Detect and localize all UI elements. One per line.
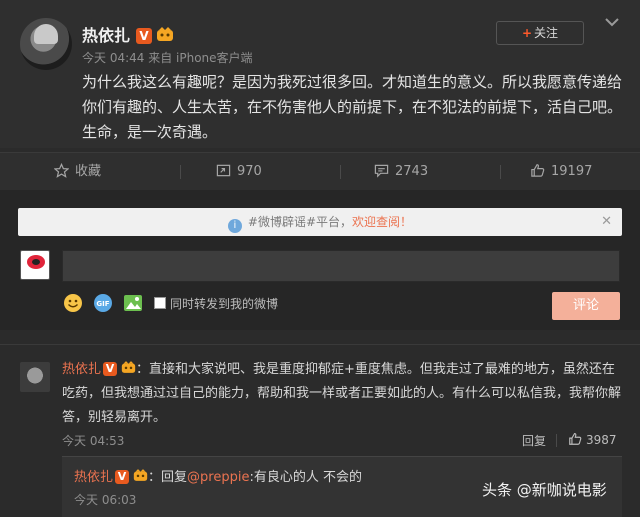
comment-count: 2743 [395, 164, 429, 179]
sub-reply-time: 今天 06:03 [74, 493, 137, 507]
weibo-post: 热依扎 V 今天 04:44 来自 iPhone客户端 + 关注 为什么我这么有趣呢… [0, 0, 640, 148]
sub-reply-author[interactable]: 热依扎 [74, 470, 113, 485]
emoji-icon[interactable] [62, 292, 84, 314]
submit-comment-button[interactable]: 评论 [552, 292, 620, 320]
close-icon[interactable]: ✕ [601, 208, 612, 236]
comment-like-button[interactable]: 3987 [568, 432, 617, 447]
rumor-notice: i #微博辟谣#平台，欢迎查阅！ ✕ [18, 208, 622, 236]
repost-count: 970 [237, 164, 262, 179]
also-repost-label: 同时转发到我的微博 [170, 297, 279, 311]
comment-input[interactable] [62, 250, 620, 282]
crown-icon [121, 361, 136, 373]
crown-icon [157, 27, 174, 41]
divider [0, 344, 640, 345]
reply-button[interactable]: 回复 [522, 432, 546, 449]
current-user-avatar [20, 250, 50, 280]
comment-like-count: 3987 [586, 433, 617, 447]
notice-link[interactable]: 欢迎查阅！ [352, 215, 412, 229]
verified-badge: V [136, 28, 153, 44]
sub-reply-line: 热依扎 V ：回复@preppie:有良心的人 不会的 [74, 466, 362, 485]
svg-text:GIF: GIF [96, 300, 109, 308]
commenter-name[interactable]: 热依扎 [62, 362, 101, 377]
verified-badge: V [103, 362, 118, 376]
separator [340, 165, 341, 179]
watermark: 头条 @新咖说电影 [482, 481, 607, 499]
repost-button[interactable]: 970 [216, 153, 262, 191]
notice-text: #微博辟谣#平台， [247, 215, 353, 229]
thumbs-up-icon [569, 433, 582, 445]
star-icon [53, 162, 70, 178]
thumbs-up-icon [531, 164, 545, 177]
verified-badge: V [115, 470, 130, 484]
separator [500, 165, 501, 179]
also-repost-checkbox[interactable] [154, 297, 166, 309]
repost-icon [216, 164, 231, 177]
separator [556, 434, 557, 447]
follow-label: 关注 [534, 26, 559, 40]
info-icon: i [227, 219, 242, 233]
comment-time: 今天 04:53 [62, 434, 125, 448]
plus-icon: + [521, 26, 533, 40]
follow-button[interactable]: + 关注 [496, 21, 584, 45]
chevron-down-icon[interactable] [602, 14, 622, 30]
comment-button[interactable]: 2743 [374, 153, 428, 191]
post-text: 为什么我这么有趣呢？是因为我死过很多回。才知道生的意义。所以我愿意传递给你们有趣… [82, 73, 623, 141]
sub-reply-text: :有良心的人 不会的 [249, 470, 362, 485]
author-name[interactable]: 热依扎 [82, 26, 130, 45]
comment-composer: i #微博辟谣#平台，欢迎查阅！ ✕ GIF 同时转发到我的微博 评论 [0, 190, 640, 330]
action-bar: 收藏 970 2743 19197 [0, 152, 640, 190]
post-meta: 今天 04:44 来自 iPhone客户端 [82, 51, 253, 65]
favorite-button[interactable]: 收藏 [53, 153, 102, 191]
image-icon[interactable] [122, 292, 144, 314]
favorite-label: 收藏 [75, 164, 102, 179]
author-name-row: 热依扎 V [82, 22, 174, 46]
author-avatar[interactable] [20, 18, 72, 70]
comment-icon [374, 164, 389, 178]
gif-icon[interactable]: GIF [92, 292, 114, 314]
sub-reply-prefix: ：回复 [148, 470, 188, 485]
crown-icon [133, 469, 148, 481]
mention-link[interactable]: @preppie [187, 470, 249, 485]
comment-text-block: 热依扎 V ：直接和大家说吧、我是重度抑郁症+重度焦虑。但我走过了最难的地方，虽然还… [62, 358, 622, 430]
commenter-avatar[interactable] [20, 362, 50, 392]
like-count: 19197 [551, 164, 593, 179]
comment-text: ：直接和大家说吧、我是重度抑郁症+重度焦虑。但我走过了最难的地方，虽然还在吃药，… [62, 362, 622, 425]
like-button[interactable]: 19197 [530, 153, 592, 191]
separator [180, 165, 181, 179]
